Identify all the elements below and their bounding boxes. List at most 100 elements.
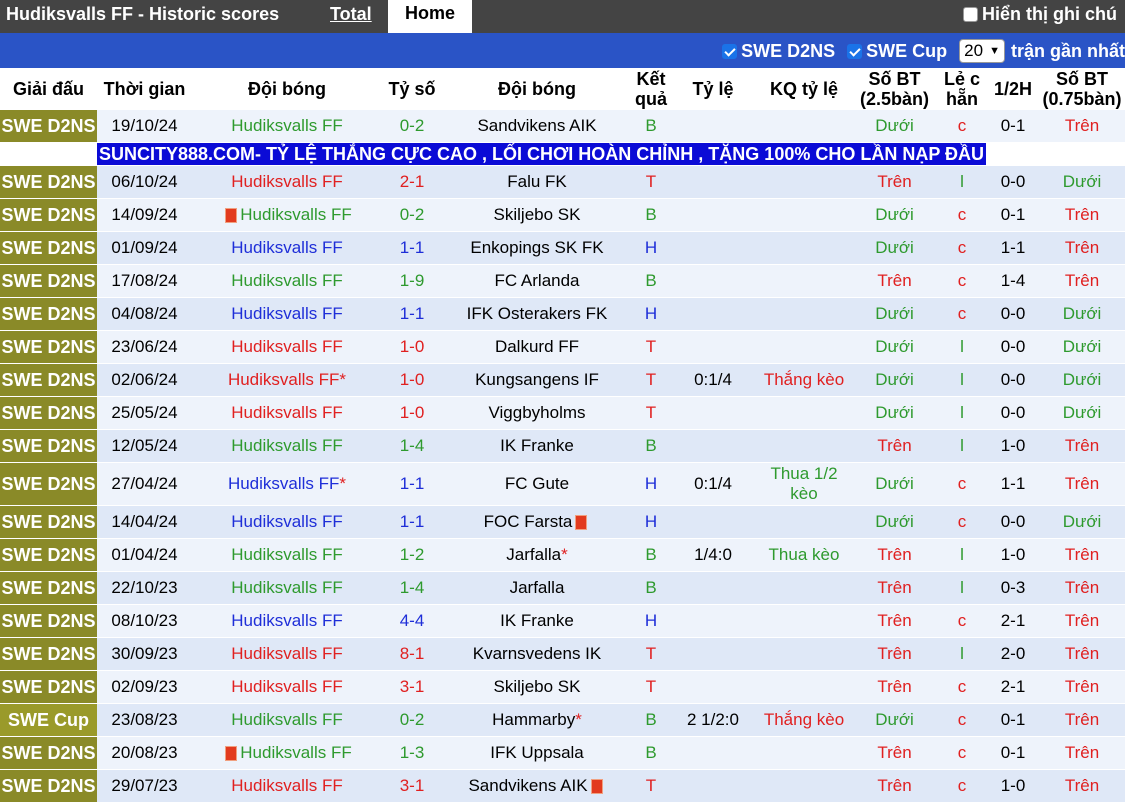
away-team-cell[interactable]: FC Arlanda [442,264,632,298]
away-team-cell[interactable]: Skiljebo SK [442,198,632,232]
filter-bar: SWE D2NS SWE Cup 20 ▼ trận gần nhất [0,33,1125,68]
away-team-cell[interactable]: Falu FK [442,165,632,199]
red-card-icon [575,515,588,531]
odd-even-cell: l [937,363,987,397]
odd-even-cell: c [937,604,987,638]
table-row[interactable]: SWE D2NS 01/09/24 Hudiksvalls FF 1-1 Enkopin… [0,231,1125,265]
table-row[interactable]: SWE D2NS 12/05/24 Hudiksvalls FF 1-4 IK Fran… [0,429,1125,463]
table-row[interactable]: SWE D2NS 20/08/23 Hudiksvalls FF 1-3 IFK Upp… [0,736,1125,770]
ad-banner[interactable]: SUNCITY888.COM- TỶ LỆ THẮNG CỰC CAO , LỐ… [97,142,1125,166]
away-team-cell[interactable]: Dalkurd FF [442,330,632,364]
home-team-cell[interactable]: Hudiksvalls FF [192,165,382,199]
home-team-cell[interactable]: Hudiksvalls FF [192,637,382,671]
away-team-cell[interactable]: Kungsangens IF [442,363,632,397]
score-cell: 1-9 [382,264,442,298]
away-team-cell[interactable]: IK Franke [442,604,632,638]
filter-d2ns-checkbox[interactable] [722,43,738,59]
home-team-cell[interactable]: Hudiksvalls FF [192,297,382,331]
home-team-cell[interactable]: Hudiksvalls FF [192,330,382,364]
tab-total[interactable]: Total [330,4,372,25]
table-row[interactable]: SWE D2NS 04/08/24 Hudiksvalls FF 1-1 IFK Ost… [0,297,1125,331]
ad-banner-row[interactable]: SUNCITY888.COM- TỶ LỆ THẮNG CỰC CAO , LỐ… [0,142,1125,166]
table-row[interactable]: SWE D2NS 06/10/24 Hudiksvalls FF 2-1 Falu FK… [0,165,1125,199]
table-row[interactable]: SWE D2NS 23/06/24 Hudiksvalls FF 1-0 Dalkurd… [0,330,1125,364]
home-team-cell[interactable]: Hudiksvalls FF* [192,462,382,506]
away-team-cell[interactable]: IK Franke [442,429,632,463]
team-name: Hudiksvalls FF [231,238,343,257]
score-cell: 1-1 [382,297,442,331]
filter-league-cup[interactable]: SWE Cup [847,41,947,62]
table-row[interactable]: SWE D2NS 30/09/23 Hudiksvalls FF 8-1 Kvarnsv… [0,637,1125,671]
odds-result-cell [756,604,852,638]
show-notes-checkbox[interactable] [963,7,978,22]
table-row[interactable]: SWE D2NS 25/05/24 Hudiksvalls FF 1-0 Viggbyh… [0,396,1125,430]
away-team-cell[interactable]: IFK Uppsala [442,736,632,770]
away-team-cell[interactable]: Skiljebo SK [442,670,632,704]
away-team-cell[interactable]: Sandvikens AIK [442,110,632,143]
half-time-cell: 1-0 [987,429,1039,463]
odds-result-cell [756,429,852,463]
score-cell: 1-3 [382,736,442,770]
table-row[interactable]: SWE D2NS 19/10/24 Hudiksvalls FF 0-2 Sandvik… [0,110,1125,143]
home-team-cell[interactable]: Hudiksvalls FF [192,571,382,605]
filter-league-d2ns[interactable]: SWE D2NS [722,41,835,62]
date-cell: 14/04/24 [97,505,192,539]
home-team-cell[interactable]: Hudiksvalls FF* [192,363,382,397]
table-row[interactable]: SWE Cup 23/08/23 Hudiksvalls FF 0-2 Hammarby… [0,703,1125,737]
odds-cell [670,396,756,430]
home-team-cell[interactable]: Hudiksvalls FF [192,264,382,298]
league-cell: SWE D2NS [0,396,97,430]
show-notes-toggle[interactable]: Hiển thị ghi chú [963,4,1117,25]
home-team-cell[interactable]: Hudiksvalls FF [192,198,382,232]
date-cell: 04/08/24 [97,297,192,331]
half-time-cell: 0-0 [987,165,1039,199]
table-row[interactable]: SWE D2NS 14/04/24 Hudiksvalls FF 1-1 FOC Far… [0,505,1125,539]
table-row[interactable]: SWE D2NS 02/09/23 Hudiksvalls FF 3-1 Skiljeb… [0,670,1125,704]
away-team-cell[interactable]: Sandvikens AIK [442,769,632,803]
goals-075-cell: Trên [1039,736,1125,770]
table-row[interactable]: SWE D2NS 02/06/24 Hudiksvalls FF* 1-0 Kungsa… [0,363,1125,397]
team-name: Hudiksvalls FF [231,545,343,564]
home-team-cell[interactable]: Hudiksvalls FF [192,396,382,430]
home-team-cell[interactable]: Hudiksvalls FF [192,769,382,803]
half-time-cell: 1-1 [987,462,1039,506]
home-team-cell[interactable]: Hudiksvalls FF [192,736,382,770]
half-time-cell: 2-0 [987,637,1039,671]
odd-even-cell: c [937,297,987,331]
away-team-cell[interactable]: Enkopings SK FK [442,231,632,265]
league-cell: SWE D2NS [0,231,97,265]
team-name: Hudiksvalls FF [227,370,340,389]
table-row[interactable]: SWE D2NS 01/04/24 Hudiksvalls FF 1-2 Jarfall… [0,538,1125,572]
match-count-select[interactable]: 20 ▼ [959,39,1005,63]
filter-cup-label: SWE Cup [866,40,948,61]
home-team-cell[interactable]: Hudiksvalls FF [192,505,382,539]
odds-cell [670,231,756,265]
away-team-cell[interactable]: Hammarby* [442,703,632,737]
score-cell: 1-1 [382,505,442,539]
away-team-cell[interactable]: IFK Osterakers FK [442,297,632,331]
table-row[interactable]: SWE D2NS 17/08/24 Hudiksvalls FF 1-9 FC Arla… [0,264,1125,298]
table-row[interactable]: SWE D2NS 29/07/23 Hudiksvalls FF 3-1 Sandvik… [0,769,1125,803]
away-team-cell[interactable]: Viggbyholms [442,396,632,430]
home-team-cell[interactable]: Hudiksvalls FF [192,703,382,737]
away-team-cell[interactable]: FC Gute [442,462,632,506]
home-team-cell[interactable]: Hudiksvalls FF [192,110,382,143]
home-team-cell[interactable]: Hudiksvalls FF [192,231,382,265]
away-team-cell[interactable]: Kvarnsvedens IK [442,637,632,671]
score-cell: 2-1 [382,165,442,199]
date-cell: 23/06/24 [97,330,192,364]
filter-cup-checkbox[interactable] [847,43,863,59]
home-team-cell[interactable]: Hudiksvalls FF [192,538,382,572]
home-team-cell[interactable]: Hudiksvalls FF [192,670,382,704]
tab-home[interactable]: Home [388,0,472,33]
home-team-cell[interactable]: Hudiksvalls FF [192,604,382,638]
table-row[interactable]: SWE D2NS 14/09/24 Hudiksvalls FF 0-2 Skiljeb… [0,198,1125,232]
away-team-cell[interactable]: Jarfalla [442,571,632,605]
home-team-cell[interactable]: Hudiksvalls FF [192,429,382,463]
table-row[interactable]: SWE D2NS 22/10/23 Hudiksvalls FF 1-4 Jarfall… [0,571,1125,605]
table-row[interactable]: SWE D2NS 27/04/24 Hudiksvalls FF* 1-1 FC Gut… [0,462,1125,506]
away-team-cell[interactable]: Jarfalla* [442,538,632,572]
away-team-cell[interactable]: FOC Farsta [442,505,632,539]
team-name: Hudiksvalls FF [231,116,343,135]
table-row[interactable]: SWE D2NS 08/10/23 Hudiksvalls FF 4-4 IK Fran… [0,604,1125,638]
